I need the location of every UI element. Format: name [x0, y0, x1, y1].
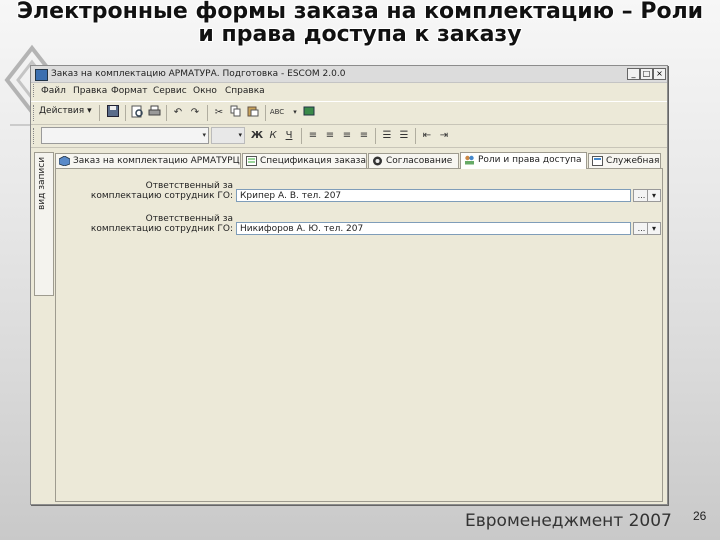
app-window: Заказ на комплектацию АРМАТУРА. Подготов…: [30, 65, 668, 505]
page-number: 26: [693, 509, 707, 523]
decrease-indent-icon[interactable]: ⇤: [419, 128, 435, 143]
standard-toolbar: Действия ▾ ↶ ↷ ✂ ABC ▾: [31, 101, 667, 125]
tab-label: Заказ на комплектацию АРМАТУРЦ: [73, 156, 240, 166]
window-titlebar[interactable]: Заказ на комплектацию АРМАТУРА. Подготов…: [31, 66, 667, 83]
responsible-field-1[interactable]: Крипер А. В. тел. 207: [236, 189, 631, 202]
tab-label: Согласование: [386, 156, 453, 166]
cut-icon[interactable]: ✂: [211, 105, 227, 120]
underline-button[interactable]: Ч: [281, 128, 297, 143]
tab-service[interactable]: Служебная: [588, 153, 661, 168]
responsible-field-2[interactable]: Никифоров А. Ю. тел. 207: [236, 222, 631, 235]
save-icon[interactable]: [105, 105, 121, 120]
field-label-line: комплектацию сотрудник ГО:: [90, 191, 233, 201]
toolbar-divider: [415, 128, 416, 144]
responsible-label-1: Ответственный за комплектацию сотрудник …: [83, 181, 233, 201]
align-left-icon[interactable]: ≡: [305, 128, 321, 143]
numbered-list-icon[interactable]: ☰: [379, 128, 395, 143]
tab-order[interactable]: Заказ на комплектацию АРМАТУРЦ: [55, 153, 241, 168]
field-label-line: комплектацию сотрудник ГО:: [90, 224, 233, 234]
chevron-down-icon: ▾: [238, 131, 242, 139]
spec-icon: [246, 156, 257, 166]
toolbar-grip-handle[interactable]: [33, 105, 37, 121]
window-title: Заказ на комплектацию АРМАТУРА. Подготов…: [51, 69, 346, 79]
maximize-button[interactable]: □: [640, 68, 653, 80]
tab-roles-and-access[interactable]: Роли и права доступа: [460, 152, 587, 169]
tab-strip: Заказ на комплектацию АРМАТУРЦ Специфика…: [55, 152, 667, 169]
book-icon[interactable]: [301, 105, 317, 120]
menu-service[interactable]: Сервис: [153, 86, 187, 96]
toolbar-divider: [207, 105, 208, 121]
roles-icon: [464, 155, 475, 165]
toolbar-divider: [166, 105, 167, 121]
tab-label: Роли и права доступа: [478, 155, 582, 165]
field-label-line: Ответственный за: [145, 181, 233, 191]
toolbar-divider: [125, 105, 126, 121]
menu-file[interactable]: Файл: [41, 86, 66, 96]
footer-brand: Евроменеджмент 2007: [465, 511, 672, 531]
actions-label: Действия: [39, 106, 85, 116]
copy-icon[interactable]: [228, 105, 244, 120]
menu-format[interactable]: Формат: [111, 86, 148, 96]
menu-bar: Файл Правка Формат Сервис Окно Справка: [31, 83, 667, 99]
menu-window[interactable]: Окно: [193, 86, 217, 96]
actions-arrow-icon: ▾: [87, 106, 92, 116]
toolbar-grip-handle[interactable]: [33, 128, 37, 144]
tab-approval[interactable]: Согласование: [368, 153, 459, 168]
paste-icon[interactable]: [245, 105, 261, 120]
undo-icon[interactable]: ↶: [170, 105, 186, 120]
service-icon: [592, 156, 603, 166]
spellcheck-icon[interactable]: ABC: [269, 105, 285, 120]
italic-button[interactable]: К: [265, 128, 281, 143]
slide-title-line2: и права доступа к заказу: [198, 22, 522, 47]
toolbar-divider: [99, 105, 100, 121]
app-icon: [35, 69, 48, 81]
redo-icon[interactable]: ↷: [187, 105, 203, 120]
align-justify-icon[interactable]: ≡: [356, 128, 372, 143]
approval-icon: [372, 156, 383, 166]
chevron-down-icon: ▾: [202, 131, 206, 139]
slide-title: Электронные формы заказа на комплектацию…: [0, 0, 720, 46]
toolbar-divider: [301, 128, 302, 144]
roles-panel: Ответственный за комплектацию сотрудник …: [55, 168, 663, 502]
chevron-down-icon[interactable]: ▾: [647, 222, 661, 235]
toolbar-divider: [265, 105, 266, 121]
bullet-list-icon[interactable]: ☰: [396, 128, 412, 143]
font-size-select[interactable]: ▾: [211, 127, 245, 144]
side-tab-label: вид записи: [37, 157, 47, 211]
formatting-toolbar: ▾ ▾ Ж К Ч ≡ ≡ ≡ ≡ ☰ ☰ ⇤ ⇥: [31, 125, 667, 148]
responsible-label-2: Ответственный за комплектацию сотрудник …: [83, 214, 233, 234]
close-button[interactable]: ×: [653, 68, 666, 80]
tab-label: Спецификация заказа: [260, 156, 366, 166]
slide-title-line1: Электронные формы заказа на комплектацию…: [16, 0, 704, 24]
increase-indent-icon[interactable]: ⇥: [436, 128, 452, 143]
order-icon: [58, 155, 71, 167]
field-label-line: Ответственный за: [145, 214, 233, 224]
tab-specification[interactable]: Спецификация заказа: [242, 153, 367, 168]
minimize-button[interactable]: _: [627, 68, 640, 80]
bold-button[interactable]: Ж: [249, 128, 265, 143]
style-select[interactable]: ▾: [41, 127, 209, 144]
chevron-down-icon[interactable]: ▾: [647, 189, 661, 202]
tab-label: Служебная: [606, 156, 660, 166]
align-right-icon[interactable]: ≡: [339, 128, 355, 143]
menu-help[interactable]: Справка: [225, 86, 265, 96]
print-icon[interactable]: [146, 105, 162, 120]
menu-edit[interactable]: Правка: [73, 86, 107, 96]
menu-grip-handle[interactable]: [33, 84, 37, 97]
side-tab-record-view[interactable]: вид записи: [34, 152, 54, 296]
toolbar-divider: [375, 128, 376, 144]
print-preview-icon[interactable]: [129, 105, 145, 120]
align-center-icon[interactable]: ≡: [322, 128, 338, 143]
actions-menu-button[interactable]: Действия ▾: [39, 106, 92, 116]
